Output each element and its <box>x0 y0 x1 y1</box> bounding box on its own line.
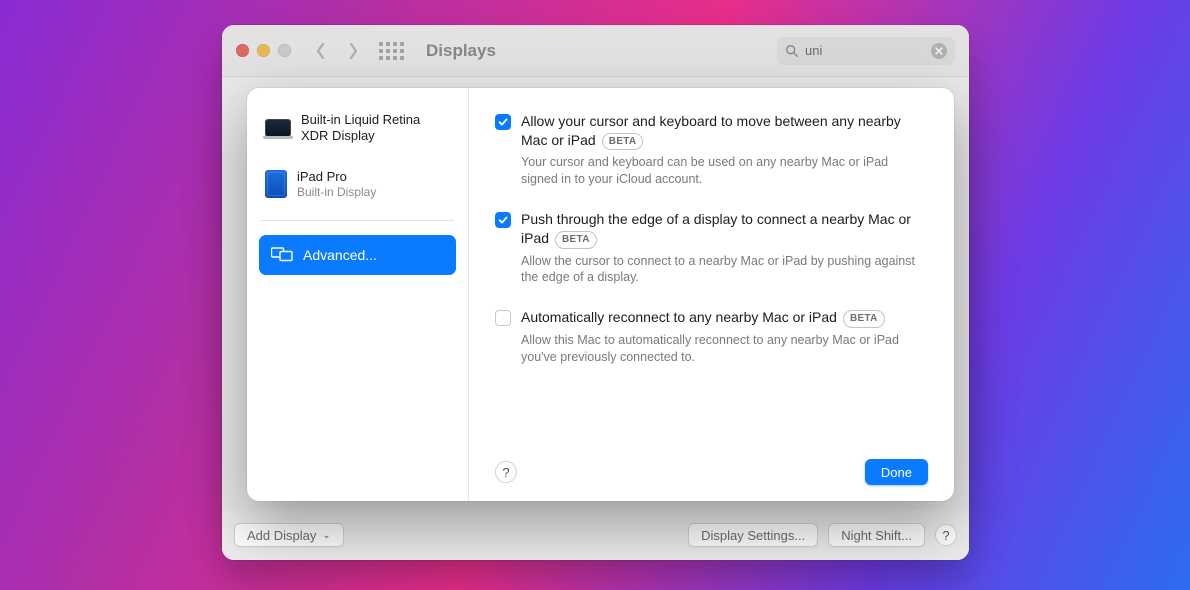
night-shift-button[interactable]: Night Shift... <box>828 523 925 547</box>
add-display-label: Add Display <box>247 528 316 543</box>
displays-icon <box>271 247 293 263</box>
option-label: Push through the edge of a display to co… <box>521 210 928 248</box>
option-description: Allow this Mac to automatically reconnec… <box>521 332 928 366</box>
sidebar-item-advanced[interactable]: Advanced... <box>259 235 456 275</box>
check-icon <box>498 117 508 127</box>
option-description: Your cursor and keyboard can be used on … <box>521 154 928 188</box>
beta-badge: BETA <box>602 133 644 151</box>
mac-display-icon <box>265 119 291 137</box>
bottom-toolbar: Add Display ⌄ Display Settings... Night … <box>222 510 969 560</box>
sidebar-separator <box>261 220 454 221</box>
beta-badge: BETA <box>843 310 885 328</box>
beta-badge: BETA <box>555 231 597 249</box>
sheet-main: Allow your cursor and keyboard to move b… <box>469 88 954 501</box>
night-shift-label: Night Shift... <box>841 528 912 543</box>
display-settings-label: Display Settings... <box>701 528 805 543</box>
device-name: iPad Pro <box>297 169 376 185</box>
option-description: Allow the cursor to connect to a nearby … <box>521 253 928 287</box>
add-display-button[interactable]: Add Display ⌄ <box>234 523 344 547</box>
option-label: Allow your cursor and keyboard to move b… <box>521 112 928 150</box>
device-item-built-in[interactable]: Built-in Liquid Retina XDR Display <box>259 106 456 151</box>
device-item-ipad[interactable]: iPad Pro Built-in Display <box>259 163 456 206</box>
ipad-icon <box>265 170 287 198</box>
option-label: Automatically reconnect to any nearby Ma… <box>521 308 928 328</box>
option-allow-cursor: Allow your cursor and keyboard to move b… <box>495 112 928 188</box>
sheet-sidebar: Built-in Liquid Retina XDR Display iPad … <box>247 88 469 501</box>
display-settings-button[interactable]: Display Settings... <box>688 523 818 547</box>
done-label: Done <box>881 465 912 480</box>
advanced-sheet: Built-in Liquid Retina XDR Display iPad … <box>247 88 954 501</box>
checkbox-auto-reconnect[interactable] <box>495 310 511 326</box>
done-button[interactable]: Done <box>865 459 928 485</box>
option-push-through: Push through the edge of a display to co… <box>495 210 928 286</box>
chevron-down-icon: ⌄ <box>322 530 330 541</box>
option-auto-reconnect: Automatically reconnect to any nearby Ma… <box>495 308 928 365</box>
checkbox-allow-cursor[interactable] <box>495 114 511 130</box>
checkbox-push-through[interactable] <box>495 212 511 228</box>
sheet-footer: ? Done <box>495 449 928 485</box>
help-button[interactable]: ? <box>935 524 957 546</box>
sheet-help-button[interactable]: ? <box>495 461 517 483</box>
sidebar-item-label: Advanced... <box>303 247 377 263</box>
device-name: Built-in Liquid Retina XDR Display <box>301 112 450 145</box>
check-icon <box>498 215 508 225</box>
device-subtitle: Built-in Display <box>297 185 376 200</box>
